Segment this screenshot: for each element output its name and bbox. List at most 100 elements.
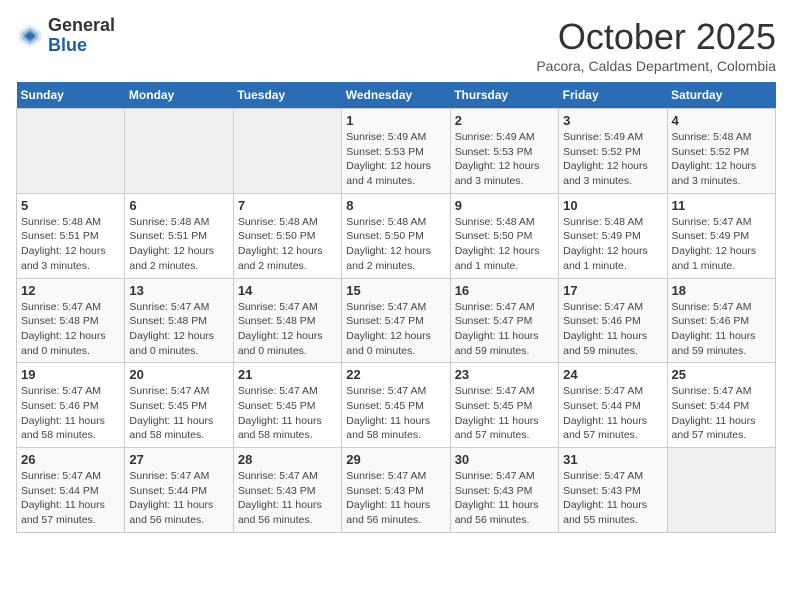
page-header: General Blue October 2025 Pacora, Caldas… (16, 16, 776, 74)
calendar-cell (125, 109, 233, 194)
calendar-cell: 15Sunrise: 5:47 AM Sunset: 5:47 PM Dayli… (342, 278, 450, 363)
calendar-cell: 19 Sunrise: 5:47 AM Sunset: 5:46 PM Dayli… (17, 363, 125, 448)
location-subtitle: Pacora, Caldas Department, Colombia (536, 58, 776, 74)
calendar-cell: 29 Sunrise: 5:47 AM Sunset: 5:43 PM Dayli… (342, 448, 450, 533)
day-number: 23 (455, 367, 554, 382)
day-info: Sunrise: 5:47 AM Sunset: 5:46 PM Dayligh… (672, 300, 771, 359)
calendar-week-2: 5 Sunrise: 5:48 AM Sunset: 5:51 PM Daylig… (17, 193, 776, 278)
day-info: Sunrise: 5:47 AM Sunset: 5:45 PM Dayligh… (455, 384, 554, 443)
calendar-cell: 25 Sunrise: 5:47 AM Sunset: 5:44 PM Dayli… (667, 363, 775, 448)
calendar-cell: 7 Sunrise: 5:48 AM Sunset: 5:50 PM Daylig… (233, 193, 341, 278)
day-number: 31 (563, 452, 662, 467)
day-number: 24 (563, 367, 662, 382)
day-number: 3 (563, 113, 662, 128)
day-number: 7 (238, 198, 337, 213)
day-number: 28 (238, 452, 337, 467)
day-info: Sunrise: 5:47 AM Sunset: 5:46 PM Dayligh… (21, 384, 120, 443)
day-number: 20 (129, 367, 228, 382)
day-number: 10 (563, 198, 662, 213)
calendar-cell: 14 Sunrise: 5:47 AM Sunset: 5:48 PM Dayli… (233, 278, 341, 363)
calendar-cell: 12 Sunrise: 5:47 AM Sunset: 5:48 PM Dayli… (17, 278, 125, 363)
calendar-cell: 1 Sunrise: 5:49 AM Sunset: 5:53 PM Daylig… (342, 109, 450, 194)
day-of-week-saturday: Saturday (667, 82, 775, 109)
month-title: October 2025 (536, 16, 776, 58)
day-number: 6 (129, 198, 228, 213)
day-number: 19 (21, 367, 120, 382)
day-info: Sunrise: 5:47 AM Sunset: 5:48 PM Dayligh… (129, 300, 228, 359)
day-info: Sunrise: 5:49 AM Sunset: 5:52 PM Dayligh… (563, 130, 662, 189)
day-info: Sunrise: 5:49 AM Sunset: 5:53 PM Dayligh… (346, 130, 445, 189)
day-info: Sunrise: 5:47 AM Sunset: 5:48 PM Dayligh… (238, 300, 337, 359)
day-info: Sunrise: 5:48 AM Sunset: 5:50 PM Dayligh… (455, 215, 554, 274)
day-number: 25 (672, 367, 771, 382)
day-of-week-friday: Friday (559, 82, 667, 109)
day-number: 16 (455, 283, 554, 298)
day-number: 27 (129, 452, 228, 467)
calendar-cell: 27 Sunrise: 5:47 AM Sunset: 5:44 PM Dayli… (125, 448, 233, 533)
calendar-cell: 10 Sunrise: 5:48 AM Sunset: 5:49 PM Dayli… (559, 193, 667, 278)
day-number: 1 (346, 113, 445, 128)
day-info: Sunrise: 5:47 AM Sunset: 5:44 PM Dayligh… (672, 384, 771, 443)
day-info: Sunrise: 5:48 AM Sunset: 5:52 PM Dayligh… (672, 130, 771, 189)
day-of-week-thursday: Thursday (450, 82, 558, 109)
calendar-cell: 17Sunrise: 5:47 AM Sunset: 5:46 PM Dayli… (559, 278, 667, 363)
calendar-cell: 16Sunrise: 5:47 AM Sunset: 5:47 PM Dayli… (450, 278, 558, 363)
day-number: 12 (21, 283, 120, 298)
calendar-cell: 26Sunrise: 5:47 AM Sunset: 5:44 PM Dayli… (17, 448, 125, 533)
day-info: Sunrise: 5:49 AM Sunset: 5:53 PM Dayligh… (455, 130, 554, 189)
day-info: Sunrise: 5:48 AM Sunset: 5:49 PM Dayligh… (563, 215, 662, 274)
day-number: 2 (455, 113, 554, 128)
calendar-cell: 28 Sunrise: 5:47 AM Sunset: 5:43 PM Dayli… (233, 448, 341, 533)
calendar-cell: 13 Sunrise: 5:47 AM Sunset: 5:48 PM Dayli… (125, 278, 233, 363)
day-info: Sunrise: 5:48 AM Sunset: 5:51 PM Dayligh… (21, 215, 120, 274)
day-info: Sunrise: 5:47 AM Sunset: 5:46 PM Dayligh… (563, 300, 662, 359)
day-number: 9 (455, 198, 554, 213)
day-number: 15 (346, 283, 445, 298)
calendar-cell: 20Sunrise: 5:47 AM Sunset: 5:45 PM Dayli… (125, 363, 233, 448)
day-of-week-sunday: Sunday (17, 82, 125, 109)
calendar-cell: 5 Sunrise: 5:48 AM Sunset: 5:51 PM Daylig… (17, 193, 125, 278)
day-number: 29 (346, 452, 445, 467)
calendar-week-1: 1 Sunrise: 5:49 AM Sunset: 5:53 PM Daylig… (17, 109, 776, 194)
calendar-cell: 6Sunrise: 5:48 AM Sunset: 5:51 PM Daylig… (125, 193, 233, 278)
day-info: Sunrise: 5:47 AM Sunset: 5:45 PM Dayligh… (238, 384, 337, 443)
calendar-cell: 23 Sunrise: 5:47 AM Sunset: 5:45 PM Dayli… (450, 363, 558, 448)
day-of-week-monday: Monday (125, 82, 233, 109)
calendar-header: SundayMondayTuesdayWednesdayThursdayFrid… (17, 82, 776, 109)
calendar-cell: 8Sunrise: 5:48 AM Sunset: 5:50 PM Daylig… (342, 193, 450, 278)
day-info: Sunrise: 5:47 AM Sunset: 5:44 PM Dayligh… (129, 469, 228, 528)
calendar-cell: 18 Sunrise: 5:47 AM Sunset: 5:46 PM Dayli… (667, 278, 775, 363)
title-block: October 2025 Pacora, Caldas Department, … (536, 16, 776, 74)
calendar-cell (17, 109, 125, 194)
calendar-cell: 3 Sunrise: 5:49 AM Sunset: 5:52 PM Daylig… (559, 109, 667, 194)
calendar-cell (233, 109, 341, 194)
day-number: 30 (455, 452, 554, 467)
logo-blue-text: Blue (48, 35, 87, 55)
logo-icon (16, 22, 44, 50)
calendar-cell: 22Sunrise: 5:47 AM Sunset: 5:45 PM Dayli… (342, 363, 450, 448)
day-number: 8 (346, 198, 445, 213)
day-info: Sunrise: 5:47 AM Sunset: 5:43 PM Dayligh… (455, 469, 554, 528)
day-number: 26 (21, 452, 120, 467)
day-number: 5 (21, 198, 120, 213)
calendar-cell: 4 Sunrise: 5:48 AM Sunset: 5:52 PM Daylig… (667, 109, 775, 194)
calendar-cell (667, 448, 775, 533)
day-info: Sunrise: 5:47 AM Sunset: 5:45 PM Dayligh… (346, 384, 445, 443)
day-info: Sunrise: 5:47 AM Sunset: 5:43 PM Dayligh… (563, 469, 662, 528)
logo: General Blue (16, 16, 115, 56)
day-info: Sunrise: 5:47 AM Sunset: 5:48 PM Dayligh… (21, 300, 120, 359)
day-info: Sunrise: 5:47 AM Sunset: 5:43 PM Dayligh… (238, 469, 337, 528)
calendar-cell: 30 Sunrise: 5:47 AM Sunset: 5:43 PM Dayli… (450, 448, 558, 533)
day-number: 4 (672, 113, 771, 128)
day-info: Sunrise: 5:47 AM Sunset: 5:44 PM Dayligh… (563, 384, 662, 443)
day-number: 13 (129, 283, 228, 298)
day-number: 21 (238, 367, 337, 382)
day-number: 18 (672, 283, 771, 298)
day-info: Sunrise: 5:48 AM Sunset: 5:50 PM Dayligh… (238, 215, 337, 274)
calendar-cell: 24 Sunrise: 5:47 AM Sunset: 5:44 PM Dayli… (559, 363, 667, 448)
day-number: 14 (238, 283, 337, 298)
logo-general-text: General (48, 15, 115, 35)
day-number: 11 (672, 198, 771, 213)
calendar-cell: 21 Sunrise: 5:47 AM Sunset: 5:45 PM Dayli… (233, 363, 341, 448)
day-info: Sunrise: 5:47 AM Sunset: 5:43 PM Dayligh… (346, 469, 445, 528)
